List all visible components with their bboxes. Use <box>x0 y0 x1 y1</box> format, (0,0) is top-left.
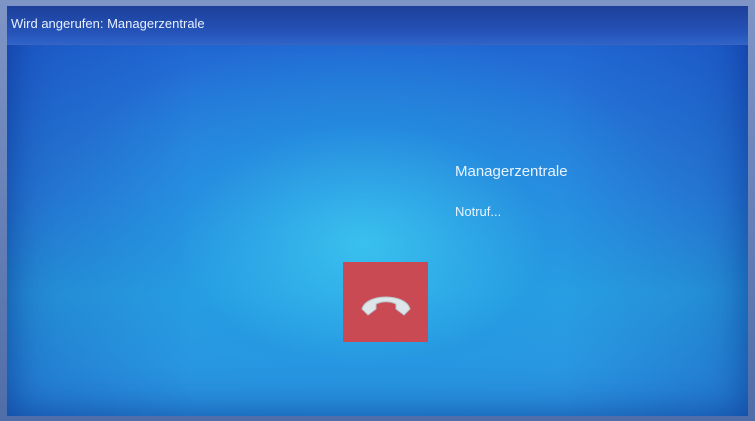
call-screen: Wird angerufen: Managerzentrale Managerz… <box>7 6 748 416</box>
window-title: Wird angerufen: Managerzentrale <box>11 16 205 31</box>
device-bezel: Wird angerufen: Managerzentrale Managerz… <box>0 0 755 421</box>
phone-hangup-icon <box>360 296 411 316</box>
caller-name: Managerzentrale <box>455 163 568 180</box>
title-bar: Wird angerufen: Managerzentrale <box>7 6 748 45</box>
hangup-button[interactable] <box>343 262 428 342</box>
call-status: Notruf... <box>455 204 502 219</box>
